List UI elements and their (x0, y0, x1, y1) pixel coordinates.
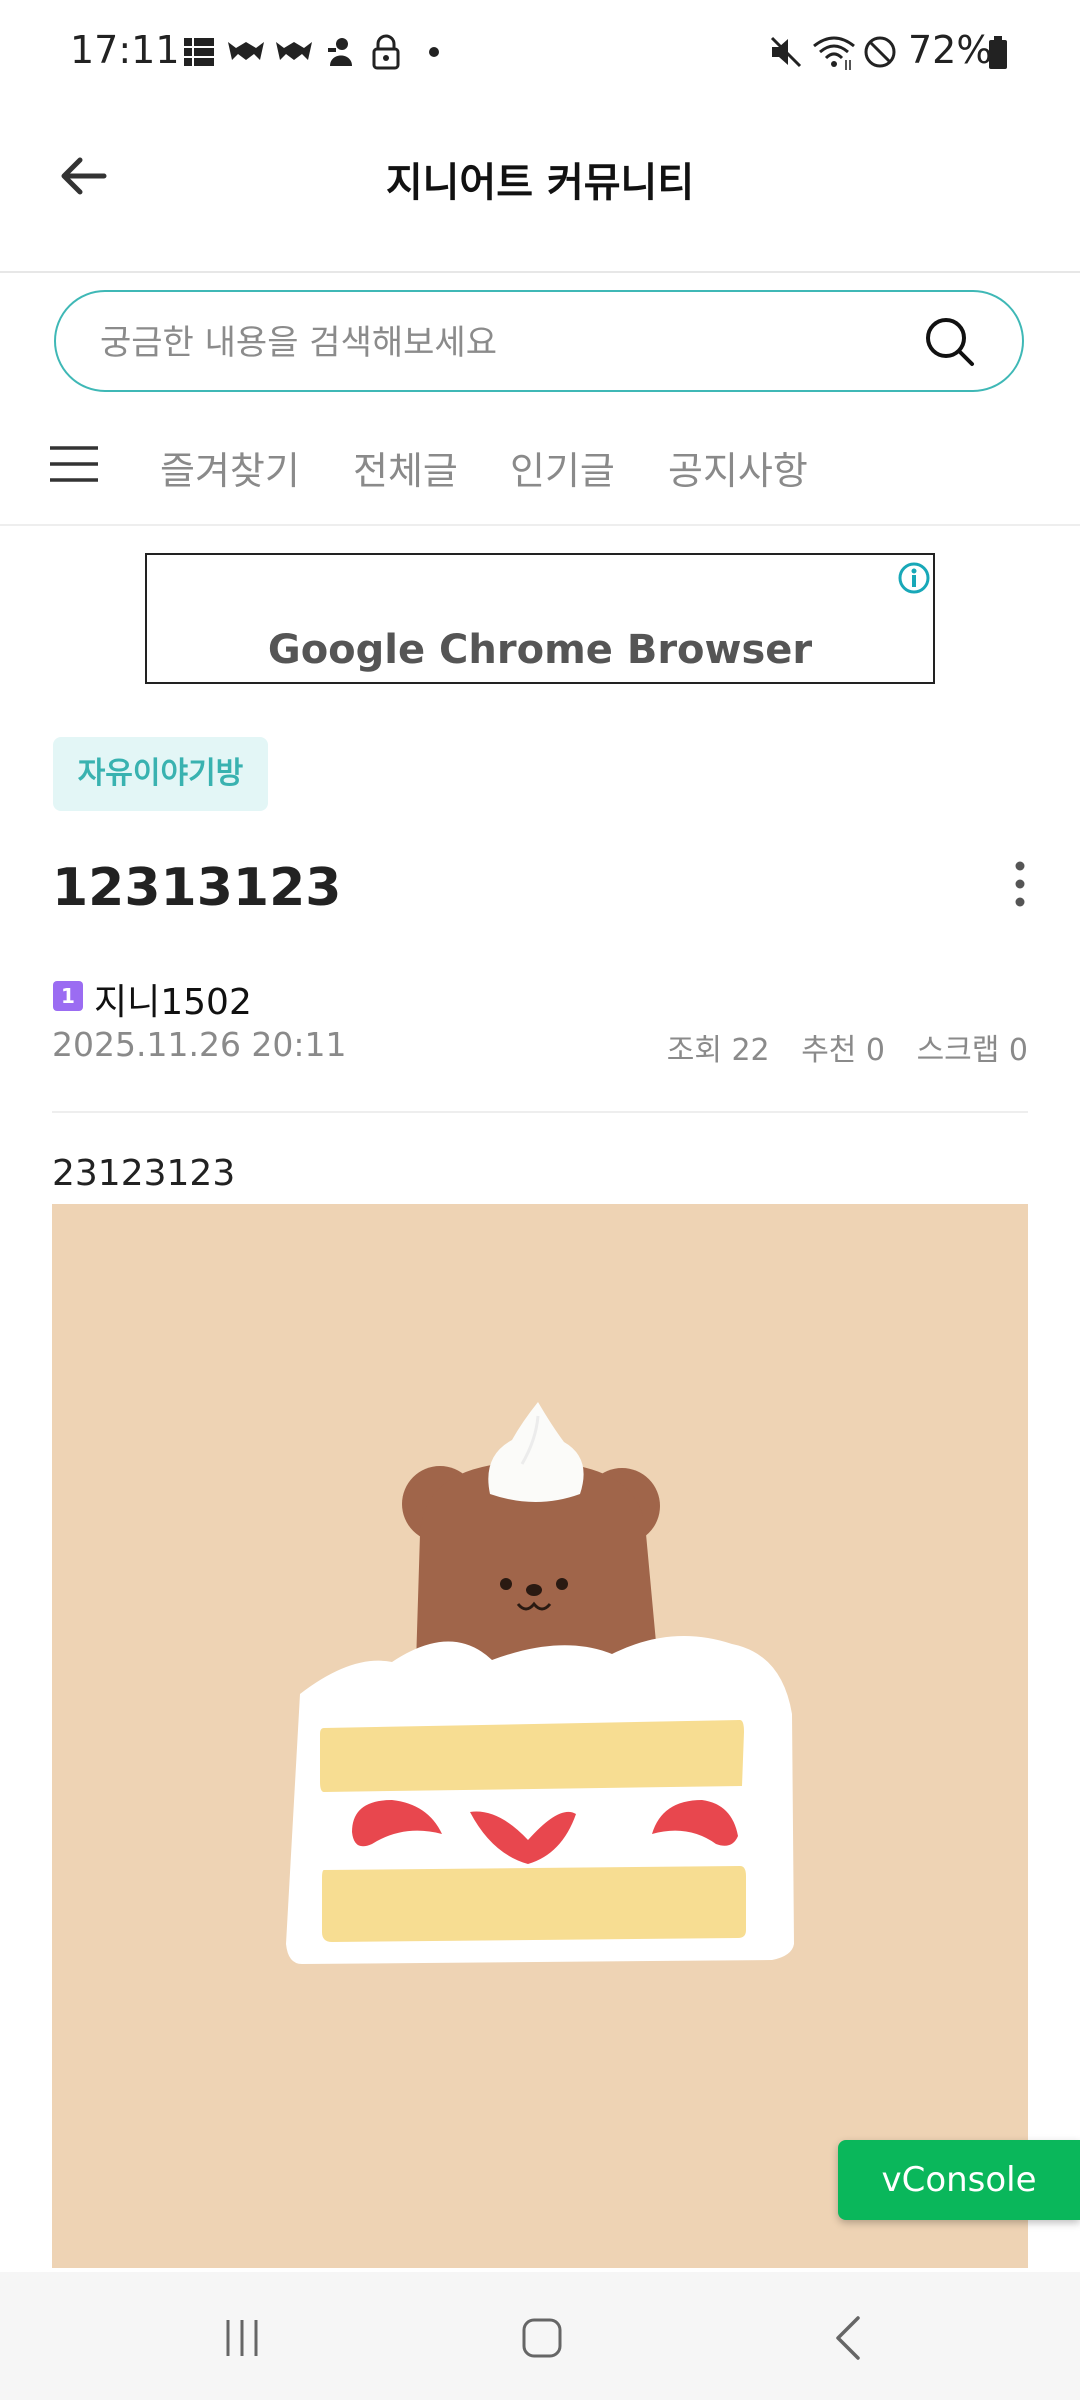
ad-text: Google Chrome Browser (267, 627, 813, 673)
tabs-divider (0, 524, 1080, 526)
author-name[interactable]: 지니1502 (94, 973, 252, 1025)
like-count: 추천 0 (801, 1033, 886, 1068)
more-notifications-dot-icon (429, 47, 439, 57)
view-count: 조회 22 (666, 1033, 770, 1068)
lock-icon (372, 34, 400, 70)
system-navigation-bar (0, 2272, 1080, 2400)
post-date: 2025.11.26 20:11 (52, 1025, 347, 1064)
bear-cake-illustration (286, 1402, 794, 1964)
search-bar (54, 290, 1024, 392)
status-bar: 17:11 72% (0, 0, 1080, 105)
page-title: 지니어트 커뮤니티 (385, 160, 695, 206)
post-image[interactable] (52, 1204, 1028, 2268)
tab-popular[interactable]: 인기글 (510, 440, 615, 495)
post-stats: 조회 22 추천 0 스크랩 0 (645, 1025, 1028, 1069)
wifi-icon (813, 36, 855, 70)
app-notification-icon (276, 42, 312, 60)
meta-divider (52, 1111, 1028, 1113)
tab-notices[interactable]: 공지사항 (668, 440, 808, 495)
tab-favorites[interactable]: 즐겨찾기 (160, 440, 300, 495)
recent-apps-icon[interactable] (220, 2316, 264, 2360)
search-input[interactable] (98, 320, 922, 366)
back-nav-icon[interactable] (826, 2314, 870, 2362)
mute-icon (770, 36, 802, 68)
app-notification-icon (228, 42, 264, 60)
home-icon[interactable] (520, 2316, 564, 2360)
calendar-icon (184, 38, 214, 66)
more-options-icon[interactable] (1004, 858, 1036, 910)
do-not-disturb-icon (864, 36, 896, 68)
status-time: 17:11 (70, 28, 180, 72)
battery-icon (989, 36, 1007, 69)
scrap-count: 스크랩 0 (916, 1033, 1028, 1068)
header-divider (0, 271, 1080, 273)
ad-banner[interactable]: Google Chrome Browser (145, 553, 935, 684)
search-icon[interactable] (922, 314, 978, 370)
battery-percentage: 72% (908, 28, 993, 72)
tab-all-posts[interactable]: 전체글 (353, 440, 458, 495)
author-level-badge: 1 (53, 981, 83, 1011)
category-badge[interactable]: 자유이야기방 (53, 737, 268, 811)
hamburger-menu-icon[interactable] (48, 444, 100, 484)
post-title: 12313123 (52, 858, 342, 918)
vconsole-button[interactable]: vConsole (838, 2140, 1080, 2220)
app-notification-icon (328, 38, 352, 66)
ad-info-icon[interactable] (897, 561, 931, 595)
post-body-text: 23123123 (52, 1153, 236, 1194)
